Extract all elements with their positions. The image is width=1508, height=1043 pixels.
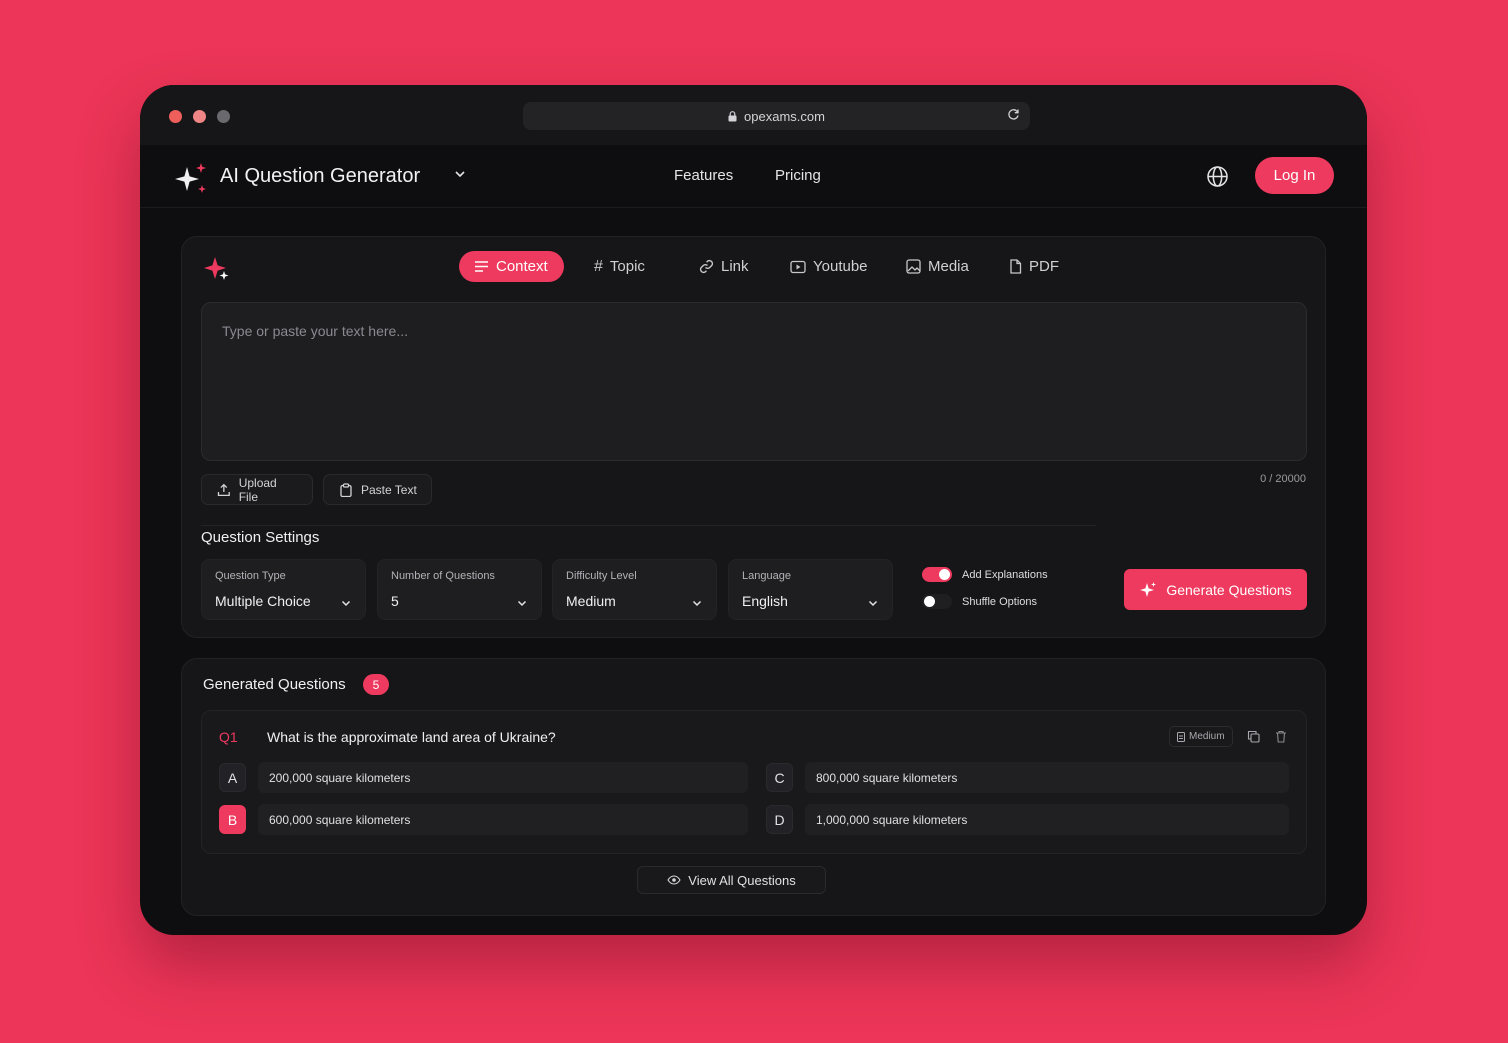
number-of-questions-value: 5	[391, 593, 399, 609]
generate-questions-label: Generate Questions	[1166, 581, 1292, 598]
character-counter: 0 / 20000	[1260, 473, 1306, 485]
chevron-down-icon	[517, 600, 527, 607]
add-explanations-label: Add Explanations	[962, 569, 1048, 581]
url-text: opexams.com	[744, 108, 825, 124]
toggle-knob	[939, 569, 950, 580]
tab-context[interactable]: Context	[459, 251, 564, 282]
question-count-badge: 5	[363, 674, 389, 695]
sparkle-logo-icon	[175, 163, 206, 193]
upload-file-button[interactable]: Upload File	[201, 474, 313, 505]
question-type-label: Question Type	[215, 570, 286, 582]
context-textarea[interactable]	[201, 302, 1307, 461]
minimize-window-button[interactable]	[193, 110, 206, 123]
paste-text-button[interactable]: Paste Text	[323, 474, 432, 505]
view-all-questions-button[interactable]: View All Questions	[637, 866, 826, 894]
copy-icon	[1247, 730, 1260, 743]
question-card: Q1 What is the approximate land area of …	[201, 710, 1307, 854]
tab-link-label: Link	[721, 258, 749, 275]
chevron-down-icon	[692, 600, 702, 607]
number-of-questions-select[interactable]: Number of Questions 5	[377, 559, 542, 620]
shuffle-options-toggle[interactable]	[922, 594, 952, 609]
lock-icon	[728, 110, 737, 121]
image-icon	[906, 259, 921, 274]
difficulty-level-select[interactable]: Difficulty Level Medium	[552, 559, 717, 620]
login-button[interactable]: Log In	[1255, 157, 1334, 194]
option-a-letter: A	[219, 763, 246, 792]
question-type-select[interactable]: Question Type Multiple Choice	[201, 559, 366, 620]
hash-icon: #	[594, 257, 603, 275]
tab-youtube-label: Youtube	[813, 258, 868, 275]
chevron-down-icon[interactable]	[453, 167, 467, 181]
tab-topic-label: Topic	[609, 258, 645, 275]
site-navbar: AI Question Generator Features Pricing L…	[140, 145, 1367, 208]
paste-text-label: Paste Text	[361, 482, 417, 497]
question-number: Q1	[219, 729, 238, 745]
add-explanations-toggle[interactable]	[922, 567, 952, 582]
file-icon	[1010, 259, 1022, 274]
tab-media[interactable]: Media	[906, 251, 969, 282]
browser-window: opexams.com AI Question Generator Featur…	[140, 85, 1367, 935]
question-text: What is the approximate land area of Ukr…	[267, 729, 556, 745]
upload-file-label: Upload File	[238, 475, 277, 504]
question-settings-title: Question Settings	[201, 529, 320, 546]
tab-link[interactable]: Link	[699, 251, 749, 282]
tab-topic[interactable]: # Topic	[594, 251, 645, 282]
option-c[interactable]: 800,000 square kilometers	[805, 762, 1289, 793]
browser-titlebar: opexams.com	[140, 85, 1367, 145]
close-window-button[interactable]	[169, 110, 182, 123]
toggle-knob	[924, 596, 935, 607]
chevron-down-icon	[868, 600, 878, 607]
option-b[interactable]: 600,000 square kilometers	[258, 804, 748, 835]
difficulty-level-value: Medium	[566, 593, 616, 609]
difficulty-level-label: Difficulty Level	[566, 570, 637, 582]
trash-icon	[1275, 730, 1286, 743]
tab-media-label: Media	[928, 258, 969, 275]
upload-icon	[217, 483, 230, 496]
play-icon	[790, 260, 806, 273]
option-b-letter: B	[219, 805, 246, 834]
delete-question-button[interactable]	[1270, 726, 1291, 747]
copy-question-button[interactable]	[1243, 726, 1264, 747]
option-c-letter: C	[766, 763, 793, 792]
question-type-value: Multiple Choice	[215, 593, 311, 609]
tab-pdf-label: PDF	[1029, 258, 1059, 275]
chevron-down-icon	[341, 600, 351, 607]
tab-pdf[interactable]: PDF	[1009, 251, 1059, 282]
view-all-questions-label: View All Questions	[688, 872, 796, 888]
language-label: Language	[742, 570, 791, 582]
ai-sparkle-icon	[204, 257, 229, 280]
nav-features-link[interactable]: Features	[674, 167, 733, 184]
difficulty-badge-label: Medium	[1189, 731, 1225, 742]
globe-icon[interactable]	[1206, 165, 1229, 188]
brand-title[interactable]: AI Question Generator	[220, 165, 420, 188]
language-select[interactable]: Language English	[728, 559, 893, 620]
shuffle-options-label: Shuffle Options	[962, 596, 1038, 608]
option-d[interactable]: 1,000,000 square kilometers	[805, 804, 1289, 835]
lines-icon	[475, 261, 488, 272]
tab-youtube[interactable]: Youtube	[790, 251, 868, 282]
number-of-questions-label: Number of Questions	[391, 570, 495, 582]
reload-icon[interactable]	[1007, 108, 1020, 121]
question-input-panel: Context # Topic Link Youtube Media PDF T…	[181, 236, 1326, 638]
generated-questions-title: Generated Questions	[203, 676, 346, 693]
address-bar[interactable]: opexams.com	[523, 102, 1030, 130]
option-a[interactable]: 200,000 square kilometers	[258, 762, 748, 793]
generated-questions-panel: Generated Questions 5 Q1 What is the app…	[181, 658, 1326, 916]
language-value: English	[742, 593, 788, 609]
sparkle-icon	[1140, 581, 1157, 597]
clipboard-icon	[340, 482, 352, 497]
nav-pricing-link[interactable]: Pricing	[775, 167, 821, 184]
section-divider	[201, 525, 1096, 526]
difficulty-badge: Medium	[1169, 726, 1233, 747]
tab-context-label: Context	[496, 258, 548, 275]
gauge-icon	[1177, 731, 1185, 742]
option-d-letter: D	[766, 805, 793, 834]
eye-icon	[667, 875, 681, 885]
maximize-window-button[interactable]	[217, 110, 230, 123]
generate-questions-button[interactable]: Generate Questions	[1124, 569, 1307, 610]
link-icon	[699, 259, 714, 274]
